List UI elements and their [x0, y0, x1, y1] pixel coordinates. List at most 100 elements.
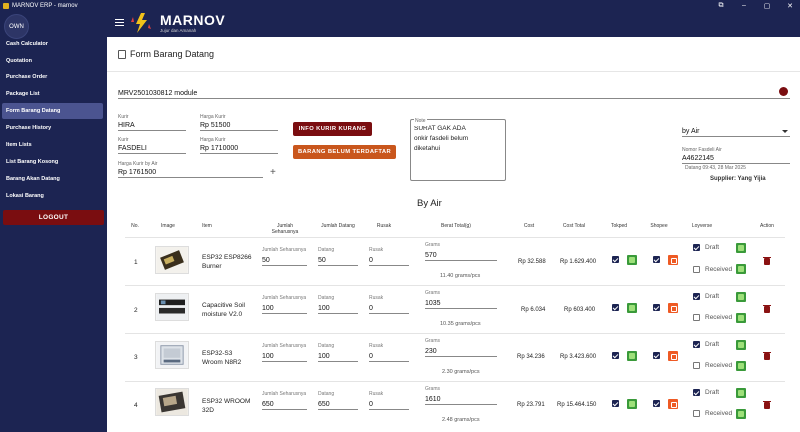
logout-button[interactable]: LOGOUT — [3, 210, 104, 225]
datang-input[interactable]: Datang 100 — [318, 343, 358, 362]
trash-icon[interactable] — [763, 351, 771, 360]
trash-icon[interactable] — [763, 304, 771, 313]
kurir-field-1[interactable]: Kurir HIRA — [118, 114, 186, 131]
tokped-checkbox[interactable] — [612, 400, 619, 407]
add-icon[interactable]: + — [270, 167, 276, 178]
th-cost: Cost — [523, 223, 535, 229]
tokped-icon[interactable] — [627, 351, 637, 361]
shopee-icon[interactable] — [668, 351, 678, 361]
info-kurir-kurang-button[interactable]: INFO KURIR KURANG — [293, 122, 372, 136]
draft-checkbox[interactable] — [693, 389, 700, 396]
loyverse-icon[interactable] — [736, 388, 746, 398]
brand-name: MARNOV — [160, 12, 226, 28]
kurir-field-2[interactable]: Kurir FASDELI — [118, 137, 186, 154]
tokped-checkbox[interactable] — [612, 256, 619, 263]
tokped-icon[interactable] — [627, 303, 637, 313]
seharusnya-input[interactable]: Jumlah Seharusnya 100 — [262, 343, 307, 362]
received-checkbox[interactable] — [693, 410, 700, 417]
sidebar-item-form-barang-datang[interactable]: Form Barang Datang — [2, 103, 103, 119]
shopee-checkbox[interactable] — [653, 256, 660, 263]
grams-input[interactable]: Grams 230 — [425, 338, 497, 357]
draft-checkbox[interactable] — [693, 244, 700, 251]
received-checkbox[interactable] — [693, 362, 700, 369]
loyverse-icon[interactable] — [736, 313, 746, 323]
product-image[interactable] — [155, 293, 189, 321]
tokped-checkbox[interactable] — [612, 352, 619, 359]
product-image[interactable] — [155, 388, 189, 416]
shopee-checkbox[interactable] — [653, 304, 660, 311]
grams-input[interactable]: Grams 570 — [425, 242, 497, 261]
shopee-checkbox[interactable] — [653, 400, 660, 407]
product-image[interactable] — [155, 341, 189, 369]
harga-kurir-field-2[interactable]: Harga Kurir Rp 1710000 — [200, 137, 278, 154]
sidebar-item-purchase-history[interactable]: Purchase History — [2, 120, 103, 136]
supplier-label: Supplier: Yang Yijia — [710, 176, 766, 182]
sidebar-item-list-barang-kosong[interactable]: List Barang Kosong — [2, 154, 103, 170]
close-icon[interactable]: ✕ — [781, 0, 799, 11]
restore-icon[interactable]: ⧉ — [712, 0, 730, 11]
minimize-icon[interactable]: – — [735, 0, 753, 11]
th-tokped: Tokped — [610, 223, 628, 229]
received-checkbox[interactable] — [693, 314, 700, 321]
menu-icon[interactable] — [115, 19, 124, 27]
nomor-fasdeli-field[interactable]: Nomor Fasdeli Air A4622145 — [682, 147, 790, 164]
sidebar-item-cash-calculator[interactable]: Cash Calculator — [2, 36, 103, 52]
datang-input[interactable]: Datang 650 — [318, 391, 358, 410]
note-textarea[interactable]: Note SURAT GAK ADA onkir fasdeli belum d… — [410, 116, 506, 181]
seharusnya-input[interactable]: Jumlah Seharusnya 50 — [262, 247, 307, 266]
sidebar: OWN Cash Calculator Quotation Purchase O… — [0, 11, 107, 432]
th-jumlah-seharusnya: Jumlah Seharusnya — [271, 223, 299, 235]
datang-input[interactable]: Datang 100 — [318, 295, 358, 314]
th-image: Image — [161, 223, 175, 229]
trash-icon[interactable] — [763, 256, 771, 265]
datang-input[interactable]: Datang 50 — [318, 247, 358, 266]
sidebar-item-package-list[interactable]: Package List — [2, 86, 103, 102]
tokped-icon[interactable] — [627, 255, 637, 265]
loyverse-icon[interactable] — [736, 264, 746, 274]
shopee-checkbox[interactable] — [653, 352, 660, 359]
tokped-icon[interactable] — [627, 399, 637, 409]
th-shopee: Shopee — [650, 223, 668, 229]
sidebar-item-purchase-order[interactable]: Purchase Order — [2, 69, 103, 85]
draft-checkbox[interactable] — [693, 341, 700, 348]
sidebar-item-barang-akan-datang[interactable]: Barang Akan Datang — [2, 171, 103, 187]
loyverse-icon[interactable] — [736, 361, 746, 371]
shopee-icon[interactable] — [668, 399, 678, 409]
seharusnya-input[interactable]: Jumlah Seharusnya 650 — [262, 391, 307, 410]
grams-input[interactable]: Grams 1035 — [425, 290, 497, 309]
sidebar-item-lokasi-barang[interactable]: Lokasi Barang — [2, 188, 103, 204]
sidebar-item-quotation[interactable]: Quotation — [2, 53, 103, 69]
po-select[interactable]: MRV2501030812 module — [118, 85, 790, 99]
shopee-icon[interactable] — [668, 303, 678, 313]
sidebar-item-item-lists[interactable]: Item Lists — [2, 137, 103, 153]
shipping-method-select[interactable]: by Air — [682, 123, 790, 137]
harga-kurir-field-1[interactable]: Harga Kurir Rp 51500 — [200, 114, 278, 131]
rusak-input[interactable]: Rusak 0 — [369, 295, 409, 314]
received-checkbox[interactable] — [693, 266, 700, 273]
loyverse-icon[interactable] — [736, 292, 746, 302]
rusak-input[interactable]: Rusak 0 — [369, 391, 409, 410]
rusak-input[interactable]: Rusak 0 — [369, 247, 409, 266]
shopee-icon[interactable] — [668, 255, 678, 265]
draft-checkbox[interactable] — [693, 293, 700, 300]
th-action: Action — [760, 223, 774, 229]
loyverse-icon[interactable] — [736, 243, 746, 253]
product-image[interactable] — [155, 246, 189, 274]
rusak-input[interactable]: Rusak 0 — [369, 343, 409, 362]
tokped-checkbox[interactable] — [612, 304, 619, 311]
th-no: No. — [131, 223, 139, 229]
note-line: SURAT GAK ADA — [414, 125, 466, 132]
grams-input[interactable]: Grams 1610 — [425, 386, 497, 405]
maximize-icon[interactable]: ▢ — [758, 0, 776, 11]
harga-kurir-air-field[interactable]: Harga Kurir by Air Rp 1761500 — [118, 161, 263, 178]
po-select-value: MRV2501030812 module — [118, 90, 198, 97]
app-logo-icon — [3, 2, 9, 9]
row-divider — [125, 285, 785, 286]
loyverse-icon[interactable] — [736, 409, 746, 419]
trash-icon[interactable] — [763, 400, 771, 409]
loyverse-icon[interactable] — [736, 340, 746, 350]
barang-belum-terdaftar-button[interactable]: BARANG BELUM TERDAFTAR — [293, 145, 396, 159]
chevron-down-icon — [782, 130, 788, 133]
note-line: onkir fasdeli belum — [414, 135, 469, 142]
seharusnya-input[interactable]: Jumlah Seharusnya 100 — [262, 295, 307, 314]
